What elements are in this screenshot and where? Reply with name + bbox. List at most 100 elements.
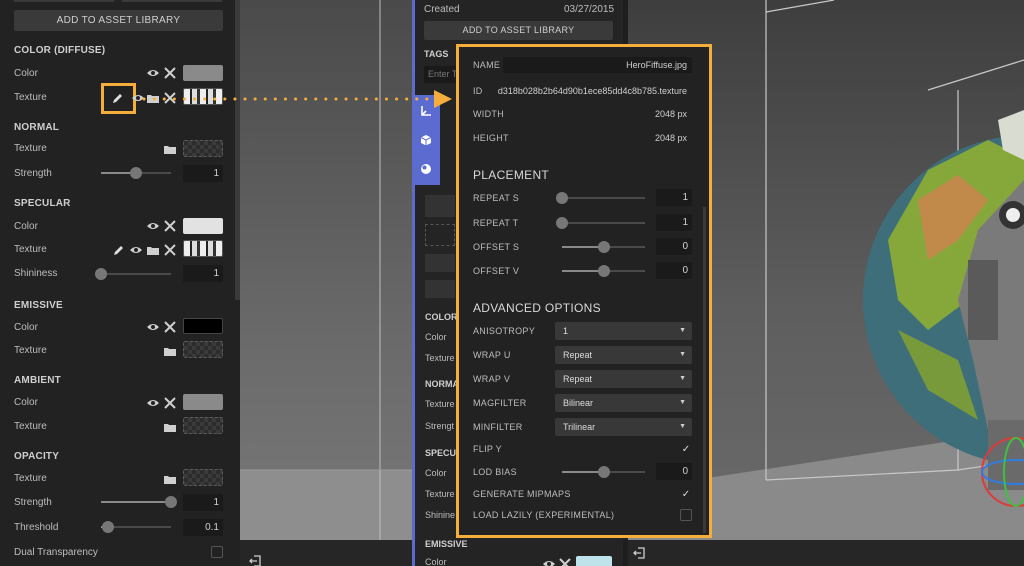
specular-shininess-slider[interactable] [95, 268, 171, 280]
normal-strength-slider[interactable] [101, 167, 171, 179]
load-lazily-label: LOAD LAZILY (EXPERIMENTAL) [473, 510, 615, 520]
mid-specular-color-label: Color [425, 468, 447, 478]
mid-button-stub[interactable] [425, 254, 455, 272]
opacity-strength-input[interactable]: 1 [183, 494, 223, 511]
ambient-color-swatch[interactable] [183, 394, 223, 410]
section-ambient: AMBIENT [14, 375, 61, 386]
mid-emissive-color-label: Color [425, 557, 447, 566]
close-icon[interactable] [558, 557, 572, 566]
close-icon[interactable] [163, 66, 177, 80]
add-to-asset-library-button[interactable]: ADD TO ASSET LIBRARY [14, 10, 223, 31]
mid-button-stub[interactable] [425, 280, 455, 298]
section-color-diffuse: COLOR (DIFFUSE) [14, 45, 106, 56]
eye-icon[interactable] [146, 396, 160, 410]
flip-y-label: FLIP Y [473, 444, 502, 454]
mid-section-specular: SPECU [425, 448, 457, 458]
folder-icon[interactable] [163, 420, 177, 434]
minfilter-select[interactable]: Trilinear ▼ [555, 418, 692, 436]
mid-section-color: COLOR [425, 312, 458, 322]
flip-y-checkbox[interactable]: ✓ [680, 443, 692, 455]
eye-icon[interactable] [146, 66, 160, 80]
opacity-strength-slider[interactable] [101, 496, 177, 508]
callout-arrow [142, 90, 452, 108]
id-label: ID [473, 86, 483, 96]
lod-bias-input[interactable]: 0 [656, 463, 692, 480]
load-lazily-checkbox[interactable] [680, 509, 692, 521]
emissive-color-swatch[interactable] [183, 318, 223, 334]
created-label: Created [424, 4, 460, 15]
right-viewport-bottombar [628, 540, 1024, 566]
width-value: 2048 px [654, 109, 687, 119]
wrap-u-label: WRAP U [473, 350, 511, 360]
specular-color-swatch[interactable] [183, 218, 223, 234]
opacity-texture-label: Texture [14, 473, 47, 484]
generate-mipmaps-checkbox[interactable]: ✓ [680, 488, 692, 500]
mid-thumb-stub[interactable] [425, 224, 455, 246]
dual-transparency-checkbox[interactable] [211, 546, 223, 558]
repeat-s-slider[interactable] [556, 192, 645, 204]
opacity-texture-empty-slot[interactable] [183, 469, 223, 486]
close-icon[interactable] [163, 320, 177, 334]
exit-icon[interactable] [632, 546, 646, 560]
section-opacity: OPACITY [14, 451, 60, 462]
specular-texture-thumbnail[interactable] [183, 240, 223, 257]
repeat-t-input[interactable]: 1 [656, 214, 692, 231]
wrap-u-select[interactable]: Repeat ▼ [555, 346, 692, 364]
repeat-s-input[interactable]: 1 [656, 189, 692, 206]
pencil-icon[interactable] [111, 91, 125, 105]
offset-v-input[interactable]: 0 [656, 262, 692, 279]
magfilter-value: Bilinear [563, 398, 594, 408]
lod-bias-slider[interactable] [562, 466, 645, 478]
opacity-threshold-slider[interactable] [101, 521, 171, 533]
add-to-asset-library-button[interactable]: ADD TO ASSET LIBRARY [424, 21, 613, 40]
mid-normal-strength-label: Strengt [425, 421, 455, 431]
mid-panel-left-accent [412, 0, 415, 566]
offset-s-slider[interactable] [562, 241, 645, 253]
folder-icon[interactable] [163, 142, 177, 156]
caret-down-icon: ▼ [679, 399, 686, 406]
normal-strength-input[interactable]: 1 [183, 165, 223, 182]
section-normal: NORMAL [14, 122, 60, 133]
pencil-icon[interactable] [112, 243, 126, 257]
close-icon[interactable] [163, 219, 177, 233]
texture-name-value[interactable]: HeroFiffuse.jpg [626, 60, 687, 70]
height-value: 2048 px [654, 133, 687, 143]
anisotropy-select[interactable]: 1 ▼ [555, 322, 692, 340]
eye-icon[interactable] [542, 557, 556, 566]
mid-emissive-color-swatch[interactable] [576, 556, 612, 566]
viewport-grid-lines-left [240, 0, 412, 566]
emissive-texture-label: Texture [14, 345, 47, 356]
offset-v-slider[interactable] [562, 265, 645, 277]
anisotropy-value: 1 [563, 326, 569, 336]
opacity-threshold-label: Threshold [14, 522, 59, 533]
close-icon[interactable] [163, 243, 177, 257]
advanced-options-heading: ADVANCED OPTIONS [473, 301, 601, 315]
normal-texture-empty-slot[interactable] [183, 140, 223, 157]
repeat-t-slider[interactable] [556, 217, 645, 229]
eye-icon[interactable] [146, 320, 160, 334]
opacity-threshold-input[interactable]: 0.1 [183, 519, 223, 536]
wrap-v-select[interactable]: Repeat ▼ [555, 370, 692, 388]
normal-strength-label: Strength [14, 168, 52, 179]
offset-s-input[interactable]: 0 [656, 238, 692, 255]
emissive-texture-empty-slot[interactable] [183, 341, 223, 358]
specular-shininess-input[interactable]: 1 [183, 265, 223, 282]
material-sphere-icon[interactable] [419, 162, 433, 176]
eye-icon[interactable] [129, 243, 143, 257]
close-icon[interactable] [163, 396, 177, 410]
caret-down-icon: ▼ [679, 423, 686, 430]
popup-scrollbar[interactable] [703, 207, 706, 533]
mid-button-stub[interactable] [425, 195, 455, 217]
diffuse-color-swatch[interactable] [183, 65, 223, 81]
folder-icon[interactable] [163, 344, 177, 358]
folder-icon[interactable] [146, 243, 160, 257]
cube-icon[interactable] [419, 133, 433, 147]
wrap-u-value: Repeat [563, 350, 593, 360]
magfilter-select[interactable]: Bilinear ▼ [555, 394, 692, 412]
eye-icon[interactable] [146, 219, 160, 233]
repeat-s-label: REPEAT S [473, 193, 520, 203]
left-panel-scrollbar[interactable] [235, 0, 240, 300]
ambient-texture-empty-slot[interactable] [183, 417, 223, 434]
exit-icon[interactable] [248, 554, 262, 566]
folder-icon[interactable] [163, 472, 177, 486]
